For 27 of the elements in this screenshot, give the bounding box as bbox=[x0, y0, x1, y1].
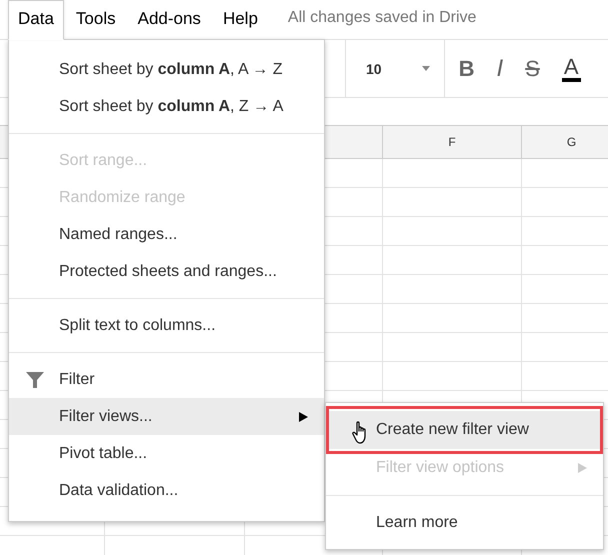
menu-option[interactable]: Create new filter view bbox=[326, 411, 603, 449]
menu-item[interactable]: Data bbox=[8, 0, 64, 40]
bold-button[interactable]: B bbox=[458, 56, 474, 82]
menu-option[interactable]: Protected sheets and ranges... bbox=[9, 253, 324, 290]
menu-option[interactable]: Pivot table... bbox=[9, 435, 324, 472]
italic-button[interactable]: I bbox=[496, 54, 504, 82]
menu-item[interactable]: Add-ons bbox=[128, 0, 211, 40]
submenu-arrow-icon bbox=[578, 463, 587, 473]
menu-option[interactable]: Sort sheet by column A, A → Z bbox=[9, 51, 324, 88]
text-color-button[interactable]: A bbox=[562, 56, 581, 82]
column-header[interactable]: F bbox=[448, 135, 456, 149]
menu-option[interactable]: Named ranges... bbox=[9, 216, 324, 253]
caret-icon bbox=[422, 66, 430, 71]
submenu-arrow-icon bbox=[299, 412, 308, 422]
menu-option[interactable]: Filter views... bbox=[9, 398, 324, 435]
filter-icon bbox=[25, 371, 45, 389]
menu-option[interactable]: Learn more bbox=[326, 504, 603, 542]
save-status: All changes saved in Drive bbox=[288, 8, 476, 26]
column-header[interactable]: G bbox=[566, 135, 576, 149]
menu-item[interactable]: Tools bbox=[66, 0, 126, 40]
font-size-dropdown[interactable]: 10 bbox=[366, 58, 382, 78]
menu-option[interactable]: Sort sheet by column A, Z → A bbox=[9, 88, 324, 125]
strikethrough-button[interactable]: S bbox=[525, 56, 540, 82]
menu-option[interactable]: Data validation... bbox=[9, 472, 324, 509]
menu-option[interactable]: Split text to columns... bbox=[9, 307, 324, 344]
menu-item[interactable]: Help bbox=[212, 0, 268, 40]
menu-option[interactable]: Filter bbox=[9, 361, 324, 398]
